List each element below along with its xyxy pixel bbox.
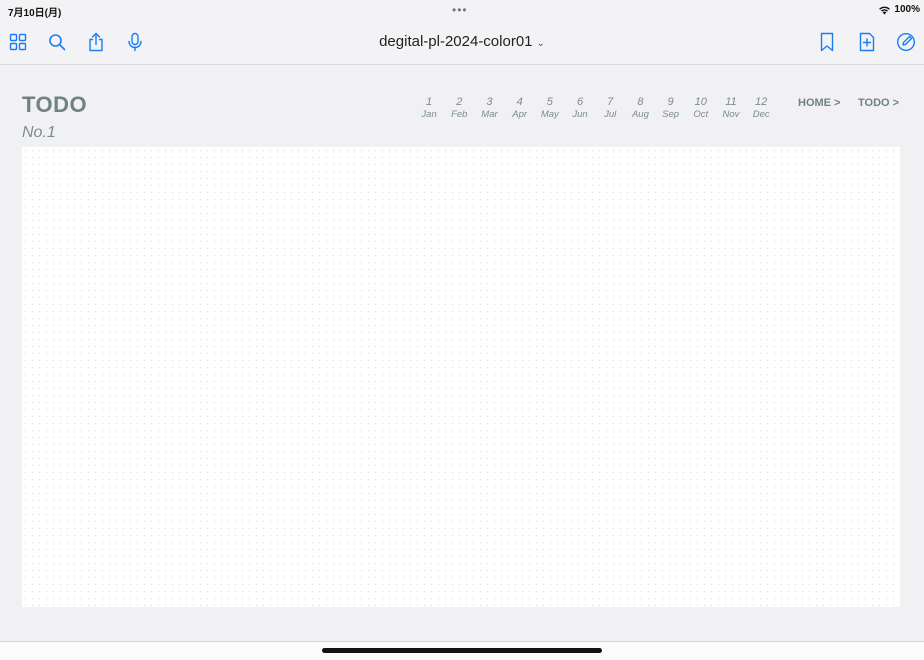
page-number: No.1 <box>22 124 56 141</box>
month-name: Sep <box>662 109 680 120</box>
app-toolbar: degital-pl-2024-color01 ⌄ <box>0 24 924 62</box>
month-number: 9 <box>667 96 674 108</box>
month-link-nov[interactable]: 11 Nov <box>716 96 746 121</box>
month-name: Jul <box>604 109 617 120</box>
dot-grid-writing-area[interactable] <box>22 147 900 607</box>
month-link-may[interactable]: 5 May <box>535 96 565 121</box>
month-name: May <box>540 109 559 120</box>
multitasking-dots[interactable]: ••• <box>452 3 468 17</box>
month-number: 3 <box>486 96 493 108</box>
status-bar: 7月10日(月) ••• 100% <box>0 0 924 22</box>
month-number: 2 <box>456 96 463 108</box>
add-page-icon[interactable] <box>855 30 879 54</box>
month-number: 10 <box>694 96 707 108</box>
home-indicator[interactable] <box>322 648 602 653</box>
month-link-feb[interactable]: 2 Feb <box>444 96 474 121</box>
month-name: Apr <box>512 109 528 120</box>
planner-page: TODO No.1 1 Jan 2 Feb 3 Mar 4 Apr 5 May <box>0 65 924 641</box>
page-title: TODO <box>22 92 88 117</box>
month-number: 1 <box>426 96 433 108</box>
month-link-sep[interactable]: 9 Sep <box>656 96 686 121</box>
month-number: 11 <box>725 96 737 108</box>
month-name: Feb <box>451 109 468 120</box>
month-name: Aug <box>631 109 649 120</box>
status-time: 7月10日(月) <box>8 8 62 19</box>
month-number: 6 <box>576 96 584 108</box>
status-right: 100% <box>878 4 920 15</box>
battery-percent: 100% <box>894 4 920 15</box>
month-name: Jan <box>421 109 437 120</box>
month-number: 5 <box>546 96 553 108</box>
month-number: 4 <box>516 96 523 108</box>
month-index: 1 Jan 2 Feb 3 Mar 4 Apr 5 May 6 Jun 7 Ju… <box>414 96 776 121</box>
month-name: Oct <box>693 109 709 120</box>
wifi-icon <box>878 5 891 15</box>
ipad-screen: 7月10日(月) ••• 100% degital-pl-2024-color0… <box>0 0 924 660</box>
month-name: Mar <box>481 109 498 120</box>
month-link-dec[interactable]: 12 Dec <box>746 96 776 121</box>
month-number: 7 <box>607 96 614 108</box>
home-link[interactable]: HOME > <box>798 97 840 109</box>
chevron-down-icon: ⌄ <box>536 38 545 49</box>
document-title-text: degital-pl-2024-color01 <box>379 33 533 50</box>
document-title[interactable]: degital-pl-2024-color01 ⌄ <box>0 33 924 50</box>
todo-link[interactable]: TODO > <box>858 97 899 109</box>
month-name: Nov <box>722 109 740 120</box>
month-link-jul[interactable]: 7 Jul <box>595 96 625 121</box>
bookmark-icon[interactable] <box>815 30 839 54</box>
month-link-jan[interactable]: 1 Jan <box>414 96 444 121</box>
month-link-mar[interactable]: 3 Mar <box>474 96 504 121</box>
month-name: Jun <box>572 109 588 120</box>
month-name: Dec <box>752 109 770 120</box>
month-number: 12 <box>755 96 768 108</box>
month-link-oct[interactable]: 10 Oct <box>686 96 716 121</box>
month-link-aug[interactable]: 8 Aug <box>625 96 655 121</box>
month-number: 8 <box>637 96 644 108</box>
month-link-jun[interactable]: 6 Jun <box>565 96 595 121</box>
pen-edit-icon[interactable] <box>894 30 918 54</box>
month-link-apr[interactable]: 4 Apr <box>505 96 535 121</box>
